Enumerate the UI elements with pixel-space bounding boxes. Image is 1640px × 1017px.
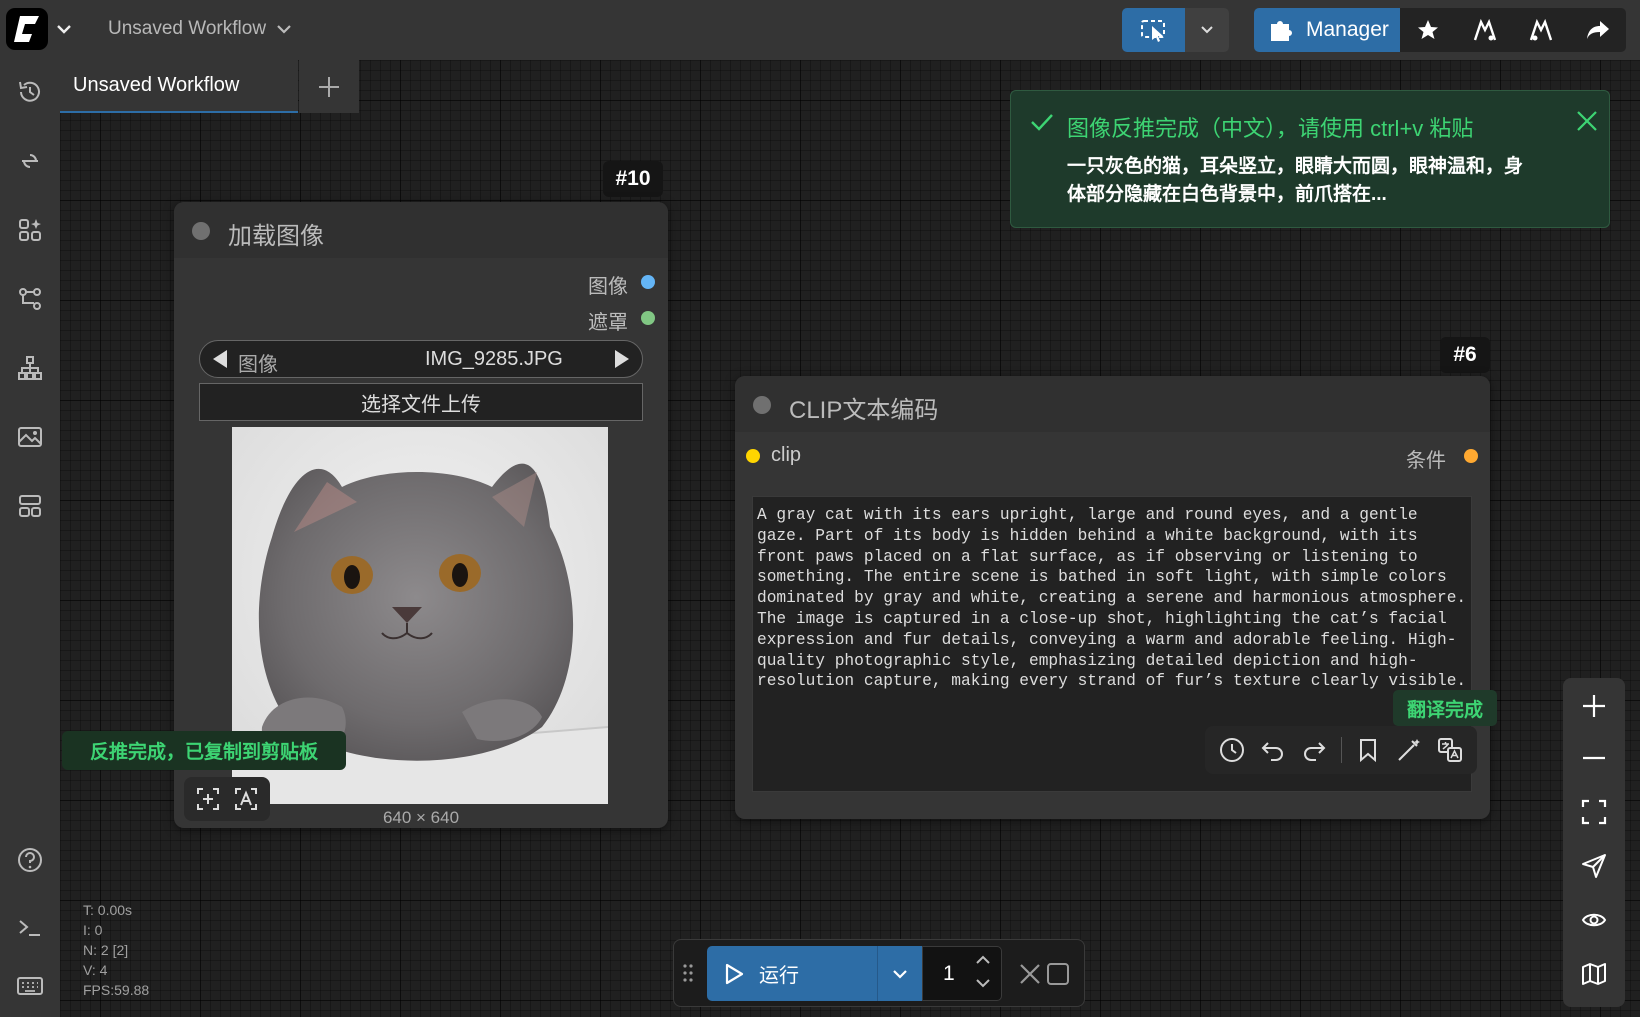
toast-title: 图像反推完成（中文），请使用 ctrl+v 粘贴 — [1067, 116, 1474, 141]
topbar-tools — [1400, 8, 1626, 52]
image-combo-widget[interactable]: 图像 IMG_9285.JPG — [199, 340, 643, 378]
history-icon[interactable] — [14, 76, 46, 108]
output-label-conditioning: 条件 — [1406, 450, 1446, 472]
bookmark-icon[interactable] — [1354, 736, 1382, 764]
drag-handle-icon[interactable] — [682, 962, 694, 984]
translate-done-badge: 翻译完成 — [1393, 690, 1497, 726]
batch-count-stepper[interactable]: 1 — [922, 946, 1002, 1001]
close-icon[interactable] — [1575, 109, 1599, 133]
manager-label: Manager — [1306, 18, 1389, 41]
node-id-badge: #10 — [603, 161, 663, 197]
model-library-icon[interactable] — [14, 283, 46, 315]
node-title: 加载图像 — [228, 223, 324, 250]
comfy-logo[interactable] — [6, 8, 48, 50]
zoom-in-icon[interactable] — [1578, 690, 1610, 722]
chevron-down-icon[interactable] — [975, 977, 991, 989]
translate-icon[interactable] — [1436, 736, 1464, 764]
tab-unsaved-workflow[interactable]: Unsaved Workflow — [60, 60, 337, 113]
fork-icon[interactable] — [1463, 8, 1507, 52]
stat-i: I: 0 — [83, 922, 103, 938]
success-toast: 图像反推完成（中文），请使用 ctrl+v 粘贴 一只灰色的猫，耳朵竖立，眼睛大… — [1010, 90, 1610, 228]
puzzle-icon — [1271, 21, 1292, 41]
eye-icon[interactable] — [1578, 904, 1610, 936]
stat-v: V: 4 — [83, 962, 108, 978]
help-icon[interactable] — [14, 844, 46, 876]
batch-count-value[interactable]: 1 — [943, 962, 955, 986]
render-stats: T: 0.00s I: 0 N: 2 [2] V: 4 FPS:59.88 — [83, 900, 149, 1000]
fork-icon[interactable] — [1519, 8, 1563, 52]
toast-message: 一只灰色的猫，耳朵竖立，眼睛大而圆，眼神温和，身体部分隐藏在白色背景中，前爪搭在… — [1067, 156, 1524, 205]
workflow-title[interactable]: Unsaved Workflow — [108, 18, 266, 40]
collapse-dot[interactable] — [192, 222, 210, 240]
output-slot-conditioning[interactable] — [1464, 449, 1478, 463]
arrow-left-icon[interactable] — [210, 348, 230, 370]
terminal-icon[interactable] — [14, 912, 46, 944]
run-toolbar: 运行 1 — [673, 939, 1085, 1007]
input-label-clip: clip — [771, 444, 802, 466]
chevron-down-icon[interactable] — [877, 946, 922, 1001]
minimap-icon[interactable] — [1578, 958, 1610, 990]
run-button[interactable]: 运行 — [707, 946, 877, 1001]
keyboard-icon[interactable] — [14, 970, 46, 1002]
stat-time: T: 0.00s — [83, 902, 133, 918]
plus-icon — [319, 76, 339, 97]
redo-icon[interactable] — [1300, 736, 1328, 764]
output-label-mask: 遮罩 — [588, 312, 628, 334]
magic-wand-icon[interactable] — [1395, 736, 1423, 764]
play-icon — [725, 963, 744, 984]
manager-button[interactable]: Manager — [1254, 8, 1400, 52]
output-label-image: 图像 — [588, 276, 628, 298]
zoom-out-icon[interactable] — [1578, 742, 1610, 774]
collapse-dot[interactable] — [753, 396, 771, 414]
copied-toast: 反推完成，已复制到剪贴板 — [62, 731, 346, 770]
star-icon[interactable] — [1406, 8, 1450, 52]
output-slot-mask[interactable] — [641, 311, 655, 325]
stop-button[interactable] — [1038, 954, 1078, 994]
queue-icon — [1140, 20, 1165, 42]
check-icon — [1029, 109, 1055, 135]
stat-fps: FPS:59.88 — [83, 982, 150, 998]
node-title: CLIP文本编码 — [789, 397, 939, 424]
output-slot-image[interactable] — [641, 275, 655, 289]
clock-icon[interactable] — [1218, 736, 1246, 764]
node-header[interactable]: CLIP文本编码 — [735, 376, 1490, 432]
run-label: 运行 — [759, 965, 799, 987]
arrow-right-icon[interactable] — [612, 348, 632, 370]
node-id-badge: #6 — [1440, 337, 1490, 373]
prompt-tools — [1205, 726, 1477, 774]
sidebar — [0, 60, 60, 1017]
top-menu-bar: Unsaved Workflow Manager — [0, 0, 1640, 60]
chevron-down-icon[interactable] — [1185, 8, 1229, 52]
tab-label: Unsaved Workflow — [73, 74, 240, 96]
stat-nodes: N: 2 [2] — [83, 942, 129, 958]
logo-icon — [14, 16, 39, 42]
chevron-down-icon[interactable] — [276, 22, 292, 36]
node-link-icon[interactable] — [14, 145, 46, 177]
chevron-down-icon[interactable] — [56, 22, 72, 36]
image-dimensions: 640 × 640 — [382, 808, 460, 827]
queue-panel-button[interactable] — [1122, 8, 1185, 52]
new-tab-button[interactable] — [299, 60, 359, 113]
divider — [1340, 737, 1342, 763]
upload-button[interactable]: 选择文件上传 — [199, 383, 643, 421]
combo-label: 图像 — [238, 354, 278, 376]
input-slot-clip[interactable] — [746, 449, 760, 463]
canvas-controls — [1563, 678, 1625, 1007]
select-mode-icon[interactable] — [1578, 850, 1610, 882]
image-gallery-icon[interactable] — [14, 421, 46, 453]
node-header[interactable]: 加载图像 — [174, 202, 668, 258]
workflows-icon[interactable] — [14, 352, 46, 384]
share-icon[interactable] — [1576, 8, 1620, 52]
combo-value[interactable]: IMG_9285.JPG — [425, 348, 563, 371]
chevron-up-icon[interactable] — [975, 954, 991, 966]
clip-text-encode-node[interactable]: CLIP文本编码 clip 条件 A gray cat with its ear… — [735, 376, 1497, 819]
templates-icon[interactable] — [14, 490, 46, 522]
fit-view-icon[interactable] — [1578, 796, 1610, 828]
stop-icon — [1047, 963, 1069, 985]
node-library-icon[interactable] — [14, 214, 46, 246]
undo-icon[interactable] — [1259, 736, 1287, 764]
